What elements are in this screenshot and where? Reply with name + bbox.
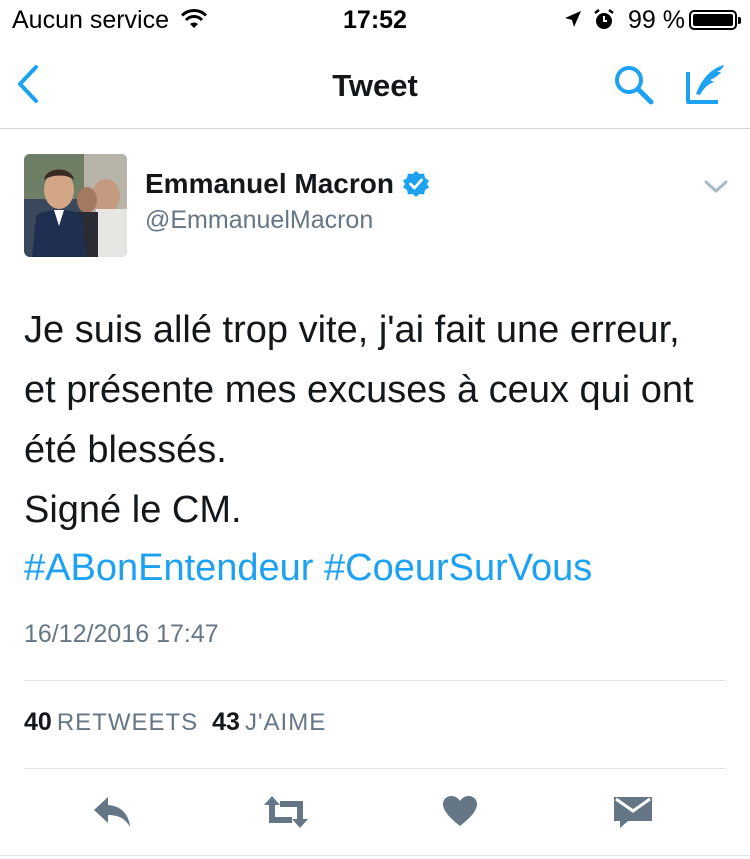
tweet-text-line: été blessés. [24, 429, 227, 471]
retweet-icon[interactable] [262, 793, 310, 836]
likes-stat[interactable]: 43 J'AIME [212, 708, 327, 736]
author-row[interactable]: Emmanuel Macron [145, 168, 430, 200]
retweets-label: RETWEETS [56, 709, 199, 736]
search-icon[interactable] [612, 63, 656, 112]
verified-badge-icon [402, 170, 430, 198]
retweets-count: 40 [24, 708, 52, 736]
hashtags: #ABonEntendeur #CoeurSurVous [24, 538, 592, 598]
status-bar: Aucun service 17:52 99 % [0, 0, 750, 40]
retweets-stat[interactable]: 40 RETWEETS [24, 708, 199, 736]
reply-icon[interactable] [92, 795, 134, 834]
tweet-text-line: Je suis allé trop vite, j'ai fait une er… [24, 309, 680, 351]
avatar[interactable] [24, 154, 127, 257]
like-heart-icon[interactable] [442, 795, 478, 832]
chevron-down-icon[interactable] [703, 178, 729, 201]
navigation-bar: Tweet [0, 40, 750, 129]
alarm-icon [592, 8, 616, 37]
likes-label: J'AIME [244, 709, 327, 736]
divider [0, 855, 750, 856]
hashtag-link[interactable]: #ABonEntendeur [24, 547, 313, 589]
direct-message-icon[interactable] [612, 795, 654, 834]
location-arrow-icon [563, 9, 583, 34]
compose-icon[interactable] [684, 62, 728, 111]
battery-icon [689, 10, 741, 30]
divider [24, 768, 726, 769]
battery-percent: 99 % [628, 6, 685, 34]
tweet-text-line: et présente mes excuses à ceux qui ont [24, 369, 694, 411]
tweet-timestamp: 16/12/2016 17:47 [24, 620, 219, 648]
tweet-text: Je suis allé trop vite, j'ai fait une er… [24, 300, 734, 540]
author-name[interactable]: Emmanuel Macron [145, 168, 394, 200]
hashtag-link[interactable]: #CoeurSurVous [324, 547, 592, 589]
engagement-stats: 40 RETWEETS 43 J'AIME [24, 708, 326, 737]
likes-count: 43 [212, 708, 240, 736]
tweet-actions [0, 785, 750, 840]
author-handle[interactable]: @EmmanuelMacron [145, 206, 373, 235]
tweet-text-line: Signé le CM. [24, 489, 242, 531]
divider [24, 680, 726, 681]
